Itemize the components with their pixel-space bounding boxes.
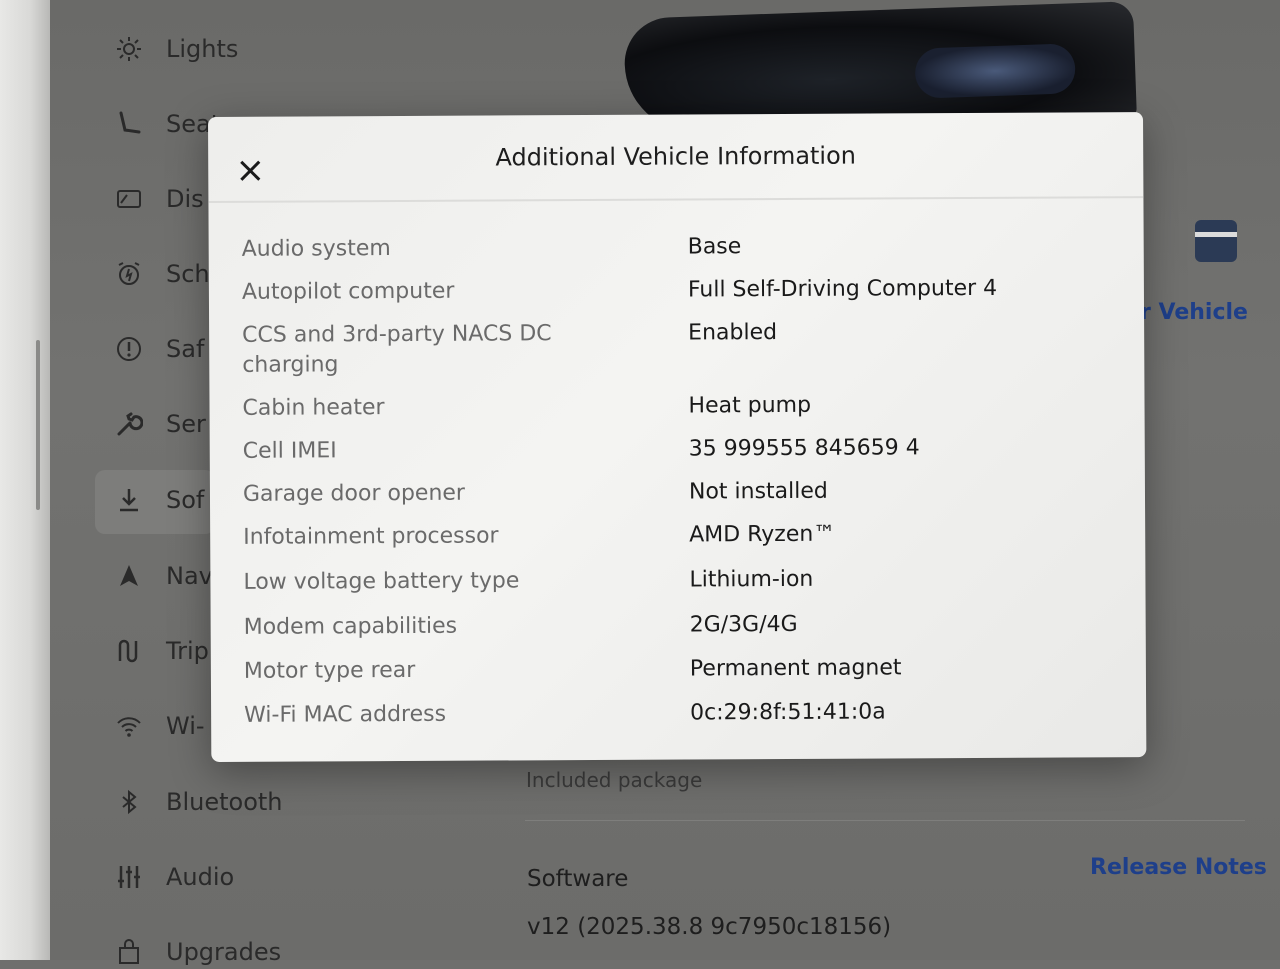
modal-header: Additional Vehicle Information	[208, 112, 1144, 203]
info-row: Cabin heater Heat pump	[242, 389, 1122, 437]
divider	[525, 820, 1245, 821]
card-icon[interactable]	[1195, 220, 1237, 262]
sidebar-item-upgrades[interactable]: Upgrades	[112, 935, 281, 969]
sidebar-item-display[interactable]: Dis	[112, 182, 204, 216]
display-icon	[112, 182, 146, 216]
sidebar-item-label: Sof	[166, 486, 205, 514]
software-version: v12 (2025.38.8 9c7950c18156)	[527, 914, 892, 940]
info-row: Garage door opener Not installed	[243, 475, 1123, 523]
release-notes-link[interactable]: Release Notes	[1090, 855, 1267, 880]
info-label: Low voltage battery type	[243, 568, 520, 595]
alert-circle-icon	[112, 332, 146, 366]
download-icon	[112, 483, 146, 517]
trip-icon	[112, 634, 146, 668]
info-label: Cabin heater	[242, 395, 385, 421]
info-row: Low voltage battery type Lithium-ion	[243, 563, 1123, 613]
info-row: Infotainment processor AMD Ryzen™	[243, 518, 1123, 568]
info-label: Motor type rear	[243, 657, 416, 684]
scrollbar[interactable]	[36, 340, 40, 510]
software-label: Software	[527, 866, 629, 892]
sidebar-item-navigation[interactable]: Nav	[112, 559, 213, 593]
sidebar-item-trips[interactable]: Trip	[112, 634, 209, 668]
info-value: Lithium-ion	[689, 566, 814, 593]
info-value: Base	[687, 234, 742, 260]
included-package-label: Included package	[526, 768, 703, 792]
sidebar-item-label: Lights	[166, 35, 239, 63]
info-value: Enabled	[688, 320, 778, 346]
info-row: CCS and 3rd-party NACS DC charging Enabl…	[242, 316, 1122, 394]
sidebar-item-label: Bluetooth	[166, 788, 283, 816]
info-label: Cell IMEI	[242, 438, 337, 464]
sidebar-item-service[interactable]: Ser	[112, 407, 206, 441]
sidebar-item-bluetooth[interactable]: Bluetooth	[112, 785, 283, 819]
info-value: Not installed	[688, 478, 828, 505]
info-row: Audio system Base	[242, 230, 1122, 278]
sidebar-item-software[interactable]: Sof	[112, 483, 204, 517]
sidebar-item-label: Audio	[166, 863, 235, 891]
info-row: Motor type rear Permanent magnet	[244, 652, 1124, 701]
sidebar-item-wifi[interactable]: Wi-	[112, 709, 205, 743]
info-row: Modem capabilities 2G/3G/4G	[244, 608, 1124, 657]
sidebar-item-label: Nav	[166, 562, 213, 590]
sidebar-item-audio[interactable]: Audio	[112, 860, 234, 894]
info-value: Full Self-Driving Computer 4	[687, 275, 998, 303]
info-value: Heat pump	[688, 392, 812, 419]
bluetooth-icon	[112, 785, 146, 819]
info-label: Modem capabilities	[243, 613, 458, 640]
info-row: Cell IMEI 35 999555 845659 4	[243, 432, 1123, 480]
additional-vehicle-info-modal: Additional Vehicle Information Audio sys…	[208, 112, 1147, 762]
info-value: 35 999555 845659 4	[688, 435, 920, 462]
seat-icon	[112, 107, 146, 141]
screen-bezel	[0, 0, 50, 960]
info-value: Permanent magnet	[689, 655, 902, 682]
info-label: Autopilot computer	[241, 278, 455, 305]
sidebar-item-label: Trip	[166, 637, 209, 665]
alarm-clock-icon	[112, 257, 146, 291]
info-label: CCS and 3rd-party NACS DC charging	[242, 321, 552, 378]
info-label: Wi-Fi MAC address	[244, 701, 447, 728]
sidebar-item-label: Sch	[166, 260, 210, 288]
info-value: AMD Ryzen™	[689, 521, 836, 548]
vehicle-link[interactable]: r Vehicle	[1140, 300, 1248, 325]
wifi-icon	[112, 709, 146, 743]
info-row: Autopilot computer Full Self-Driving Com…	[242, 273, 1122, 321]
wrench-icon	[112, 407, 146, 441]
info-value: 0c:29:8f:51:41:0a	[690, 699, 886, 726]
sidebar-item-label: Saf	[166, 335, 205, 363]
sidebar-item-safety[interactable]: Saf	[112, 332, 204, 366]
sun-icon	[112, 32, 146, 66]
info-label: Audio system	[241, 236, 391, 262]
sidebar-item-label: Ser	[166, 410, 206, 438]
info-row: Wi-Fi MAC address 0c:29:8f:51:41:0a	[244, 696, 1124, 745]
sidebar-item-label: Dis	[166, 185, 204, 213]
info-label: Infotainment processor	[243, 523, 499, 550]
sidebar-item-label: Wi-	[166, 712, 205, 740]
modal-title: Additional Vehicle Information	[495, 141, 857, 172]
info-label: Garage door opener	[242, 480, 466, 507]
navigation-arrow-icon	[112, 559, 146, 593]
info-list: Audio system Base Autopilot computer Ful…	[242, 230, 1125, 745]
sidebar-item-lights[interactable]: Lights	[112, 32, 238, 66]
sidebar-item-label: Upgrades	[166, 938, 282, 966]
sliders-icon	[112, 860, 146, 894]
bag-icon	[112, 935, 146, 969]
sidebar-item-schedule[interactable]: Sch	[112, 257, 210, 291]
info-value: 2G/3G/4G	[689, 611, 798, 638]
